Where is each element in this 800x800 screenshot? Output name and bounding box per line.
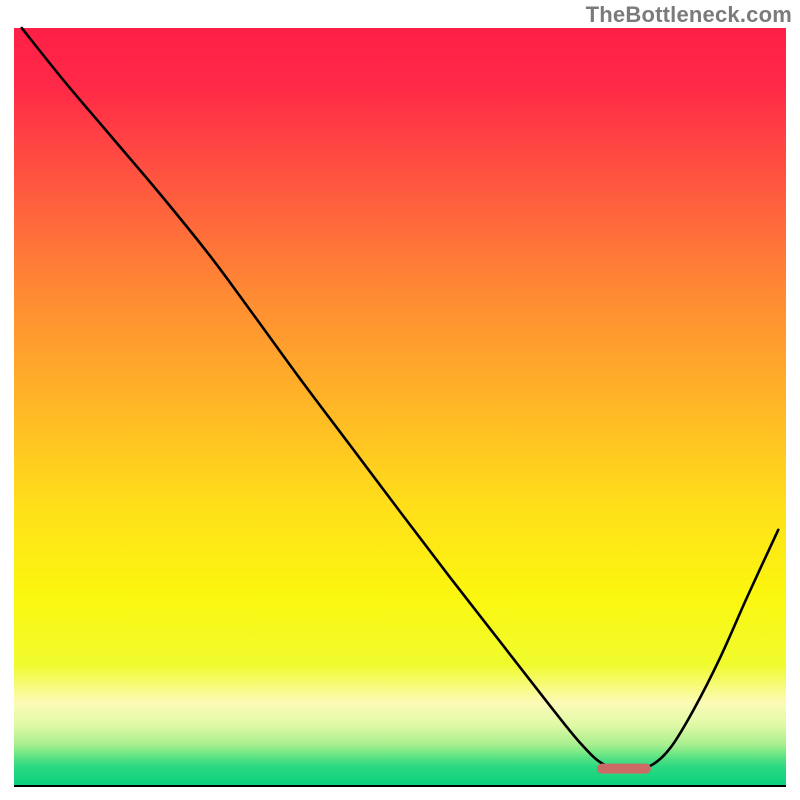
chart-stage: TheBottleneck.com — [0, 0, 800, 800]
bottleneck-chart — [0, 0, 800, 800]
watermark-text: TheBottleneck.com — [586, 2, 792, 28]
plot-background — [14, 28, 786, 786]
optimal-marker — [597, 764, 651, 774]
